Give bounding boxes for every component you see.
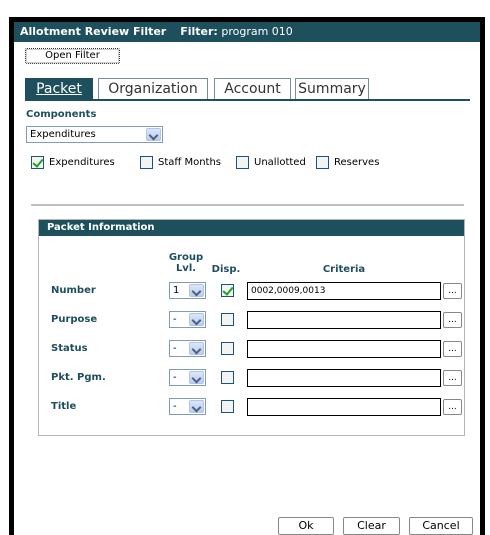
level-select-number-value: 1 [173, 285, 180, 296]
chevron-down-icon[interactable] [189, 371, 204, 384]
reserves-checkbox-label: Reserves [334, 157, 380, 168]
level-select-pkt-pgm-value: - [173, 372, 177, 383]
clear-button[interactable]: Clear [343, 517, 400, 535]
row-label-title: Title [51, 401, 77, 412]
expenditures-checkbox[interactable] [31, 156, 44, 169]
criteria-browse-button-pkt-pgm[interactable]: ... [443, 370, 462, 386]
dialog-title: Allotment Review Filter [20, 25, 167, 38]
row-label-purpose: Purpose [51, 314, 98, 325]
level-select-status[interactable]: - [169, 340, 206, 357]
criteria-browse-button-status[interactable]: ... [443, 341, 462, 357]
reserves-checkbox[interactable] [316, 156, 329, 169]
disp-checkbox-purpose[interactable] [221, 313, 234, 326]
components-select-value: Expenditures [30, 129, 96, 140]
cancel-button[interactable]: Cancel [409, 517, 473, 535]
criteria-input-number[interactable]: 0002,0009,0013 [247, 282, 441, 300]
criteria-input-title[interactable] [247, 398, 441, 416]
level-select-title-value: - [173, 401, 177, 412]
row-label-status: Status [51, 343, 88, 354]
tab-summary[interactable]: Summary [295, 78, 369, 99]
filter-dialog: Allotment Review Filter Filter: program 0… [14, 22, 480, 535]
title-bar: Allotment Review Filter Filter: program 0… [14, 22, 480, 42]
ok-button[interactable]: Ok [278, 517, 334, 535]
staff-months-checkbox[interactable] [140, 156, 153, 169]
level-select-purpose-value: - [173, 314, 177, 325]
chevron-down-icon[interactable] [189, 313, 204, 326]
column-header-disp: Disp. [211, 264, 241, 275]
unallotted-checkbox-label: Unallotted [254, 157, 306, 168]
disp-checkbox-pkt-pgm[interactable] [221, 371, 234, 384]
chevron-down-icon[interactable] [189, 284, 204, 297]
expenditures-checkbox-label: Expenditures [49, 157, 115, 168]
row-label-number: Number [51, 285, 96, 296]
level-select-status-value: - [173, 343, 177, 354]
criteria-input-pkt-pgm[interactable] [247, 369, 441, 387]
criteria-input-purpose[interactable] [247, 311, 441, 329]
open-filter-button[interactable]: Open Filter [25, 48, 120, 64]
column-header-lvl: Lvl. [175, 263, 197, 274]
level-select-title[interactable]: - [169, 398, 206, 415]
disp-checkbox-status[interactable] [221, 342, 234, 355]
packet-information-header: Packet Information [39, 220, 464, 236]
criteria-input-status[interactable] [247, 340, 441, 358]
level-select-number[interactable]: 1 [169, 282, 206, 299]
section-divider [31, 204, 464, 206]
packet-information-panel: Packet Information Group Lvl. Disp. Crit… [38, 219, 465, 436]
level-select-purpose[interactable]: - [169, 311, 206, 328]
criteria-browse-button-number[interactable]: ... [443, 283, 462, 299]
tab-packet[interactable]: Packet [25, 78, 93, 99]
chevron-down-icon[interactable] [146, 128, 161, 141]
disp-checkbox-number[interactable] [221, 284, 234, 297]
chevron-down-icon[interactable] [189, 400, 204, 413]
unallotted-checkbox[interactable] [236, 156, 249, 169]
components-select[interactable]: Expenditures [26, 126, 163, 143]
filter-value: program 010 [221, 25, 293, 38]
criteria-browse-button-purpose[interactable]: ... [443, 312, 462, 328]
level-select-pkt-pgm[interactable]: - [169, 369, 206, 386]
column-header-criteria: Criteria [322, 264, 366, 275]
criteria-browse-button-title[interactable]: ... [443, 399, 462, 415]
tab-underline [25, 99, 470, 101]
chevron-down-icon[interactable] [189, 342, 204, 355]
column-header-group-line1: Group [168, 252, 204, 263]
tab-organization[interactable]: Organization [98, 78, 208, 99]
filter-label: Filter: [180, 25, 218, 38]
components-label: Components [26, 109, 97, 120]
staff-months-checkbox-label: Staff Months [158, 157, 222, 168]
row-label-pkt-pgm: Pkt. Pgm. [51, 372, 106, 383]
tab-account[interactable]: Account [214, 78, 291, 99]
column-header-group: Group Lvl. [166, 252, 206, 274]
disp-checkbox-title[interactable] [221, 400, 234, 413]
